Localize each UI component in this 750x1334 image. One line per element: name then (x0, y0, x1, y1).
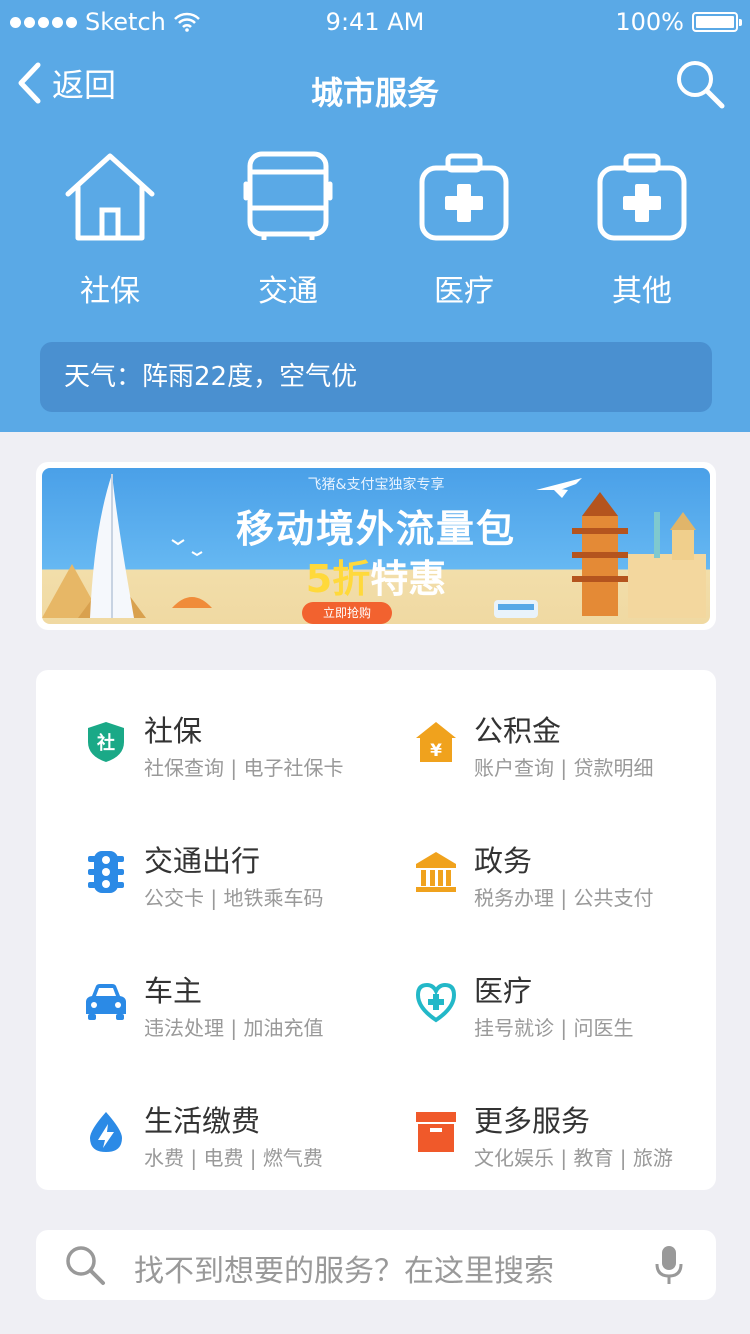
service-government[interactable]: 政务 税务办理 | 公共支付 (366, 810, 696, 910)
heart-cross-icon (415, 982, 457, 1023)
banner-highlight: 5折 (305, 557, 371, 601)
service-subtitle: 水费 | 电费 | 燃气费 (144, 1146, 323, 1170)
service-subtitle: 公交卡 | 地铁乘车码 (144, 886, 324, 910)
banner-image: 飞猪&支付宝独家专享 移动境外流量包 5折特惠 立即抢购 (42, 468, 710, 624)
service-name: 社保 (144, 714, 203, 748)
service-name: 政务 (474, 844, 533, 878)
search-icon (66, 1246, 105, 1285)
medical-kit-icon (597, 153, 687, 241)
service-medical[interactable]: 医疗 挂号就诊 | 问医生 (366, 940, 696, 1040)
service-utility-payment[interactable]: 生活缴费 水费 | 电费 | 燃气费 (36, 1070, 366, 1170)
house-icon (65, 153, 155, 241)
quick-entry-label: 其他 (612, 274, 672, 309)
bottom-search-bar[interactable]: 找不到想要的服务？在这里搜索 (36, 1230, 716, 1300)
service-name: 交通出行 (144, 844, 261, 878)
search-icon[interactable] (674, 58, 726, 110)
service-subtitle: 税务办理 | 公共支付 (474, 886, 654, 910)
quick-entry-label: 交通 (258, 274, 318, 309)
battery-icon (692, 12, 742, 32)
quick-entry-label: 社保 (80, 274, 140, 309)
banner-subtitle: 5折特惠 (42, 548, 710, 603)
medical-kit-icon (419, 153, 509, 241)
battery-group: 100% (615, 8, 742, 36)
quick-entry-label: 医疗 (434, 274, 494, 309)
quick-entries: 社保 交通 医疗 其他 (0, 150, 750, 310)
shield-icon: 社 (88, 722, 124, 762)
traffic-light-icon (88, 851, 124, 893)
nav-bar: 返回 城市服务 (0, 44, 750, 134)
service-subtitle: 挂号就诊 | 问医生 (474, 1016, 634, 1040)
service-more[interactable]: 更多服务 文化娱乐 | 教育 | 旅游 (366, 1070, 696, 1170)
service-housing-fund[interactable]: ¥ 公积金 账户查询 | 贷款明细 (366, 680, 696, 780)
weather-bar: 天气：阵雨22度，空气优 (40, 342, 712, 412)
service-name: 公积金 (474, 714, 562, 748)
bus-icon (243, 151, 333, 240)
service-name: 车主 (144, 974, 203, 1008)
banner-subtitle-rest: 特惠 (370, 557, 447, 601)
service-name: 更多服务 (474, 1104, 591, 1138)
service-traffic[interactable]: 交通出行 公交卡 | 地铁乘车码 (36, 810, 366, 910)
service-social-security[interactable]: 社 社保 社保查询 | 电子社保卡 (36, 680, 366, 780)
battery-percent: 100% (615, 8, 684, 36)
page-title: 城市服务 (310, 74, 439, 112)
header: Sketch 9:41 AM 100% 返回 城市服务 社保 交通 医疗 其他 … (0, 0, 750, 432)
service-subtitle: 账户查询 | 贷款明细 (474, 756, 654, 780)
box-icon (416, 1112, 456, 1152)
svg-text:社: 社 (97, 732, 115, 754)
car-icon (86, 984, 126, 1020)
service-name: 生活缴费 (144, 1104, 261, 1138)
service-grid: 社 社保 社保查询 | 电子社保卡 ¥ 公积金 账户查询 | 贷款明细 交通出行… (36, 670, 716, 1190)
svg-text:¥: ¥ (430, 741, 442, 761)
quick-entry-medical[interactable]: 医疗 (394, 150, 534, 310)
banner-buy-button[interactable]: 立即抢购 (302, 602, 392, 624)
government-icon (416, 852, 456, 892)
status-bar: Sketch 9:41 AM 100% (0, 0, 750, 44)
quick-entry-social-security[interactable]: 社保 (40, 150, 180, 310)
water-drop-icon (90, 1112, 122, 1152)
house-yuan-icon: ¥ (416, 722, 456, 762)
search-placeholder: 找不到想要的服务？在这里搜索 (134, 1254, 554, 1289)
service-subtitle: 文化娱乐 | 教育 | 旅游 (474, 1146, 673, 1170)
banner-title: 移动境外流量包 (235, 507, 516, 551)
banner-tag: 飞猪&支付宝独家专享 (307, 477, 445, 493)
service-car-owner[interactable]: 车主 违法处理 | 加油充值 (36, 940, 366, 1040)
quick-entry-traffic[interactable]: 交通 (218, 150, 358, 310)
quick-entry-other[interactable]: 其他 (572, 150, 712, 310)
service-subtitle: 社保查询 | 电子社保卡 (144, 756, 344, 780)
promo-banner[interactable]: 飞猪&支付宝独家专享 移动境外流量包 5折特惠 立即抢购 (36, 462, 716, 630)
service-subtitle: 违法处理 | 加油充值 (144, 1016, 324, 1040)
service-name: 医疗 (474, 974, 533, 1008)
microphone-icon[interactable] (654, 1244, 684, 1286)
